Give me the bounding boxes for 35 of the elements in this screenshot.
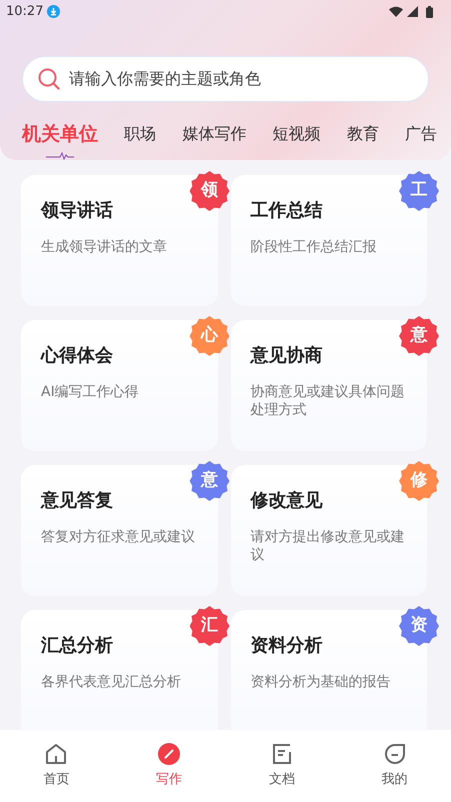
card-description: 协商意见或建议具体问题处理方式 [250,383,406,420]
card-description: 生成领导讲话的文章 [41,238,168,256]
download-icon [47,5,60,18]
pen-icon [157,742,182,766]
profile-icon [382,742,407,766]
card-description: 各界代表意见汇总分析 [41,673,182,692]
status-time: 10:27 [6,3,44,21]
card-description: AI编写工作心得 [41,383,140,402]
card-description: 请对方提出修改意见或建议 [250,528,406,564]
nav-tab[interactable]: 文档 [226,730,338,802]
card-title: 资料分析 [250,634,324,658]
card-title: 心得体会 [41,344,114,368]
card-description: 资料分析为基础的报告 [250,673,392,692]
card-title: 汇总分析 [41,634,114,658]
card-description: 阶段性工作总结汇报 [250,238,378,256]
wifi-icon [389,6,403,18]
category-tab[interactable]: 短视频 [272,122,321,146]
category-tab[interactable]: 媒体写作 [182,122,246,146]
category-tab[interactable]: 广告 [404,122,437,146]
category-tab[interactable]: 教育 [346,122,379,146]
nav-tab[interactable]: 首页 [0,730,113,802]
card-title: 工作总结 [250,199,324,223]
card-title: 意见协商 [250,344,324,368]
home-icon [44,742,68,766]
card-title: 修改意见 [250,489,324,513]
card-title: 领导讲话 [41,199,114,223]
wave-underline-icon [46,152,74,160]
signal-icon [407,6,418,18]
nav-tab[interactable]: 写作 [112,730,226,802]
category-tab[interactable]: 职场 [124,122,156,146]
card-description: 答复对方征求意见或建议 [41,528,196,546]
search-field[interactable]: 请输入你需要的主题或角色 [22,56,429,102]
nav-tab[interactable]: 我的 [338,730,451,802]
battery-icon [426,6,433,18]
card-title: 意见答复 [41,489,114,513]
